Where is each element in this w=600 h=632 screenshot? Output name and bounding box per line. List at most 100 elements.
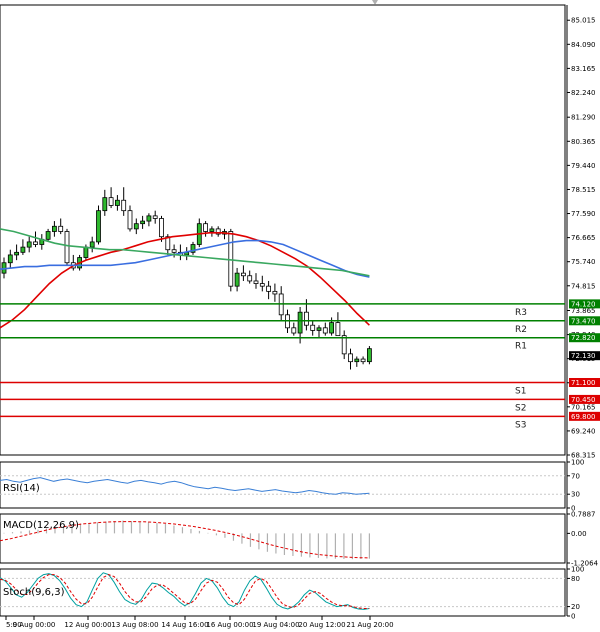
y-tick-label: 80 [571, 575, 580, 583]
candle [278, 286, 284, 321]
candle [58, 218, 64, 235]
candle-body [360, 358, 366, 363]
y-tick-label: 70 [571, 472, 580, 480]
level-label-r1: R1 [515, 342, 527, 352]
candle [209, 226, 215, 237]
pane-frame-0 [0, 4, 566, 456]
level-price-label: 73.470 [571, 317, 596, 325]
candle-body [127, 210, 133, 230]
y-tick-label: 77.590 [571, 210, 596, 218]
level-label-s3: S3 [515, 420, 526, 430]
candle [108, 187, 114, 209]
y-tick-label: 81.290 [571, 114, 596, 122]
indicator-title-rsi: RSI(14) [3, 483, 40, 494]
candle [89, 236, 95, 253]
pane-frame-1 [0, 461, 566, 509]
candle [335, 312, 341, 337]
candle-body [366, 348, 372, 363]
x-tick-label: 12 Aug 00:00 [64, 621, 111, 629]
candle-body [316, 327, 322, 331]
x-tick-label: 19 Aug 04:00 [252, 621, 299, 629]
chart-figure: 85.015 84.090 83.165 82.240 81.290 80.365 79.4… [0, 0, 600, 629]
candle-body [14, 251, 20, 256]
candle-body [322, 327, 328, 334]
candle [310, 320, 316, 336]
candle-body [203, 223, 209, 232]
candle [190, 241, 196, 255]
candle [140, 215, 146, 229]
level-price-label: 69.800 [571, 413, 596, 421]
candle [152, 210, 158, 224]
candle [259, 275, 265, 292]
candle [121, 187, 127, 216]
candle [360, 356, 366, 365]
candle-body [102, 197, 108, 212]
candle [146, 213, 152, 227]
candle-body [140, 220, 146, 225]
candle [322, 322, 328, 336]
y-tick-label: 83.165 [571, 65, 596, 73]
candle-body [348, 353, 353, 363]
candle-body [64, 231, 70, 264]
y-tick-label: 82.240 [571, 89, 596, 97]
y-tick-label: 85.015 [571, 17, 596, 25]
candle-body [26, 241, 32, 248]
level-price-label: 70.450 [571, 396, 596, 404]
level-price-label: 74.120 [571, 300, 596, 308]
candle [52, 221, 57, 237]
candle-body [45, 231, 51, 240]
candle [240, 265, 246, 281]
candle [70, 254, 76, 271]
y-tick-label: 100 [571, 566, 584, 574]
level-label-s1: S1 [515, 386, 526, 396]
candle [64, 228, 70, 266]
candle-body [310, 324, 316, 331]
candle-body [20, 246, 26, 253]
candle [215, 226, 221, 237]
candle-body [108, 197, 114, 206]
y-tick-label: 0.00 [571, 530, 587, 538]
candle-body [303, 311, 309, 326]
candle-body [259, 283, 265, 287]
candle-body [266, 285, 272, 292]
candle-body [146, 215, 152, 222]
y-tick-label: 69.240 [571, 427, 596, 435]
candle [39, 234, 45, 250]
candle-body [171, 249, 177, 253]
candle [14, 244, 20, 261]
indicator-title-macd: MACD(12,26,9) [3, 520, 79, 531]
level-label-r2: R2 [515, 325, 527, 335]
candle-body [33, 241, 38, 245]
candle [272, 283, 278, 302]
candle-body [152, 215, 158, 219]
candle-body [133, 223, 139, 230]
candle [341, 330, 347, 360]
candle [196, 218, 202, 248]
y-tick-label: 80.365 [571, 138, 596, 146]
candle [20, 239, 26, 255]
level-price-label: 71.100 [571, 379, 596, 387]
y-tick-label: 0.7887 [571, 511, 596, 519]
current-price-label: 72.130 [571, 352, 596, 360]
candle-body [272, 290, 278, 295]
candle [366, 346, 372, 365]
y-tick-label: 84.090 [571, 41, 596, 49]
candle-body [209, 228, 215, 232]
y-tick-label: 78.515 [571, 186, 596, 194]
candle [184, 247, 190, 261]
candle [266, 280, 272, 300]
candle-body [58, 225, 64, 232]
x-tick-label: 14 Aug 16:00 [161, 621, 208, 629]
y-tick-label: 74.815 [571, 282, 596, 290]
x-tick-label: 13 Aug 08:00 [111, 621, 158, 629]
y-tick-label: 79.440 [571, 162, 596, 170]
candle-body [354, 358, 360, 363]
candle [354, 356, 360, 367]
candle-body [121, 199, 127, 212]
candle [127, 205, 133, 232]
candle [102, 189, 108, 216]
candle-body [234, 272, 240, 287]
candle [316, 325, 322, 339]
y-tick-label: 70.165 [571, 403, 596, 411]
y-tick-label: 0 [571, 613, 575, 621]
